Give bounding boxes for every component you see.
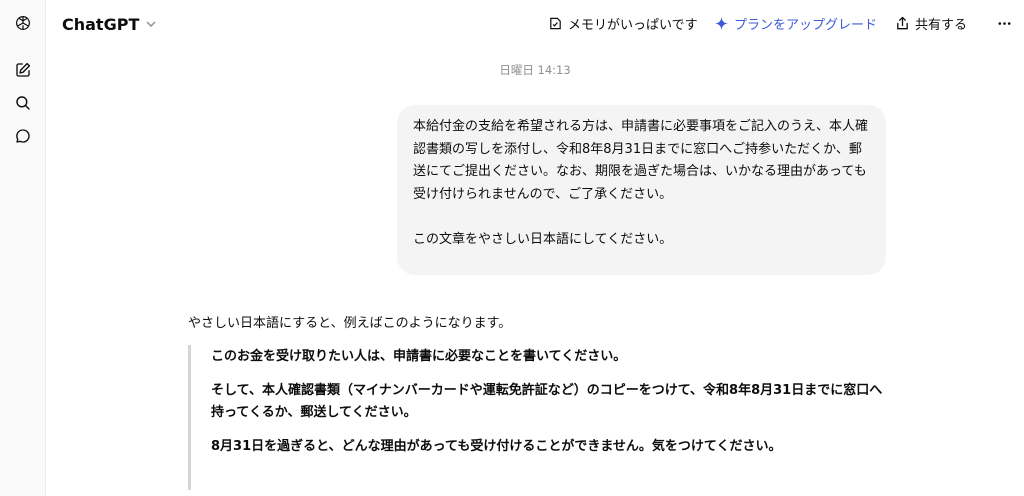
assistant-blockquote: このお金を受け取りたい人は、申請書に必要なことを書いてください。 そして、本人確… [188,345,888,490]
quote-line: 8月31日を過ぎると、どんな理由があっても受け付けることができません。気をつけて… [211,439,782,454]
more-options-button[interactable] [994,12,1014,34]
user-message-bubble: 本給付金の支給を希望される方は、申請書に必要事項をご記入のうえ、本人確認書類の写… [397,105,886,275]
assistant-intro-text: やさしい日本語にすると、例えばこのようになります。 [188,316,512,331]
top-header: ChatGPT メモリがいっぱいです プランをアップグレード 共有する [46,0,1024,46]
upgrade-plan-button[interactable]: プランをアップグレード [714,12,877,34]
search-icon[interactable] [11,91,35,115]
model-selector[interactable]: ChatGPT [62,11,157,37]
chevron-down-icon [147,21,156,28]
model-name: ChatGPT [62,14,140,34]
sparkle-icon [714,16,729,30]
memory-icon [550,17,561,29]
share-icon [897,16,908,29]
share-button[interactable]: 共有する [895,12,967,34]
user-message-text: 本給付金の支給を希望される方は、申請書に必要事項をご記入のうえ、本人確認書類の写… [413,119,869,202]
upgrade-label: プランをアップグレード [734,17,878,33]
memory-label: メモリがいっぱいです [568,17,698,33]
message-timestamp: 日曜日 14:13 [499,63,571,77]
user-message-request: この文章をやさしい日本語にしてください。 [413,231,673,247]
share-label: 共有する [915,17,968,33]
new-chat-icon[interactable] [11,58,35,82]
memory-full-button[interactable]: メモリがいっぱいです [548,12,698,34]
sidebar [0,0,46,496]
chatgpt-logo-icon[interactable] [11,11,35,35]
more-horizontal-icon [998,21,1010,25]
quote-line: このお金を受け取りたい人は、申請書に必要なことを書いてください。 [211,349,627,364]
assistant-message: やさしい日本語にすると、例えばこのようになります。 このお金を受け取りたい人は、… [188,313,888,490]
chat-bubble-icon[interactable] [11,124,35,148]
quote-line: そして、本人確認書類（マイナンバーカードや運転免許証など）のコピーをつけて、令和… [211,383,883,420]
